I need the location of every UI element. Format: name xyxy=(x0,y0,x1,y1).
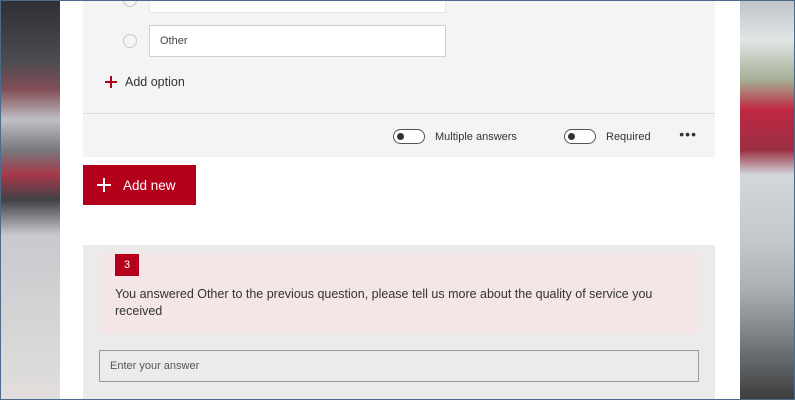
add-new-button[interactable]: Add new xyxy=(83,165,196,205)
option-radio[interactable] xyxy=(123,0,137,7)
add-option-button[interactable]: Add option xyxy=(105,75,185,89)
multiple-answers-toggle[interactable] xyxy=(393,129,425,144)
question-header[interactable]: 3 You answered Other to the previous que… xyxy=(99,253,699,334)
option-row xyxy=(123,0,137,7)
question-footer: Multiple answers Required ••• xyxy=(83,113,715,157)
option-radio[interactable] xyxy=(123,34,137,48)
question-number-badge: 3 xyxy=(115,254,139,276)
answer-input[interactable]: Enter your answer xyxy=(99,350,699,382)
form-panel: Other Add option Multiple answers Requir… xyxy=(60,0,740,400)
add-new-label: Add new xyxy=(123,177,176,193)
question-card-3: 3 You answered Other to the previous que… xyxy=(83,245,715,400)
multiple-answers-group: Multiple answers xyxy=(393,129,517,144)
option-input-other[interactable]: Other xyxy=(149,25,446,57)
add-option-label: Add option xyxy=(125,75,185,89)
required-group: Required xyxy=(564,129,651,144)
option-row-other xyxy=(123,34,137,48)
more-options-icon[interactable]: ••• xyxy=(679,127,697,141)
background-photo-right xyxy=(738,0,795,400)
option-input[interactable] xyxy=(149,0,446,13)
multiple-answers-label: Multiple answers xyxy=(435,130,517,143)
question-title: You answered Other to the previous quest… xyxy=(115,287,653,318)
background-photo-left xyxy=(0,0,60,400)
plus-icon xyxy=(105,76,117,88)
required-label: Required xyxy=(606,130,651,143)
question-card-2: Other Add option Multiple answers Requir… xyxy=(83,0,715,157)
required-toggle[interactable] xyxy=(564,129,596,144)
plus-icon xyxy=(97,178,111,192)
